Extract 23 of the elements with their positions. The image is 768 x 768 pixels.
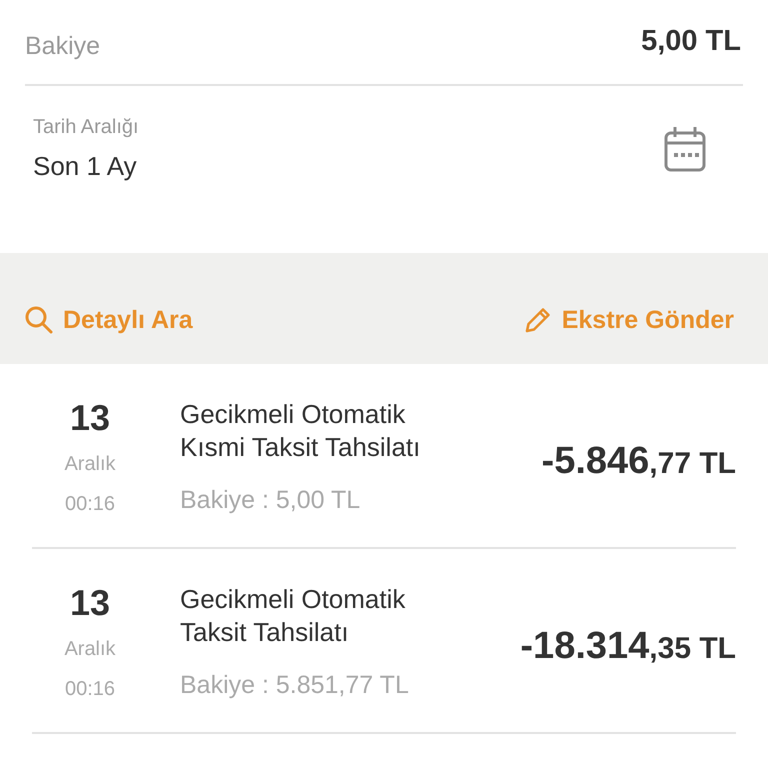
balance-label: Bakiye <box>25 30 100 60</box>
transaction-month: Aralık <box>64 637 116 661</box>
transaction-time: 00:16 <box>64 677 116 701</box>
amount-decimal: ,77 TL <box>649 447 736 481</box>
amount-integer: -18.314 <box>520 625 650 668</box>
date-range-label: Tarih Aralığı <box>33 116 139 139</box>
calendar-icon[interactable] <box>664 126 706 172</box>
transaction-title: Gecikmeli Otomatik Kısmi Taksit Tahsilatı <box>180 398 422 464</box>
transaction-title: Gecikmeli Otomatik Taksit Tahsilatı <box>180 583 406 649</box>
amount-decimal: ,35 TL <box>649 632 736 666</box>
amount-integer: -5.846 <box>542 440 650 483</box>
search-icon <box>25 306 53 334</box>
transaction-day: 13 <box>70 398 110 438</box>
pencil-icon <box>524 306 552 334</box>
date-range-value[interactable]: Son 1 Ay <box>33 151 139 182</box>
transaction-row[interactable]: 13 Aralık 00:16 Gecikmeli Otomatik Taksit Tahsilatı Bakiye : 5.851,77 TL -18.314,35 TL <box>32 549 736 734</box>
transaction-row[interactable]: 13 Aralık 00:16 Gecikmeli Otomatik Kısmi Taksit Tahsilatı Bakiye : 5,00 TL -5.846,77 TL <box>32 364 736 549</box>
transaction-balance: Bakiye : 5.851,77 TL <box>180 671 410 700</box>
balance-value: 5,00 TL <box>641 24 741 58</box>
transaction-balance: Bakiye : 5,00 TL <box>180 486 362 515</box>
transaction-day: 13 <box>70 583 110 623</box>
transaction-month: Aralık <box>64 452 116 476</box>
transaction-time: 00:16 <box>64 492 116 516</box>
